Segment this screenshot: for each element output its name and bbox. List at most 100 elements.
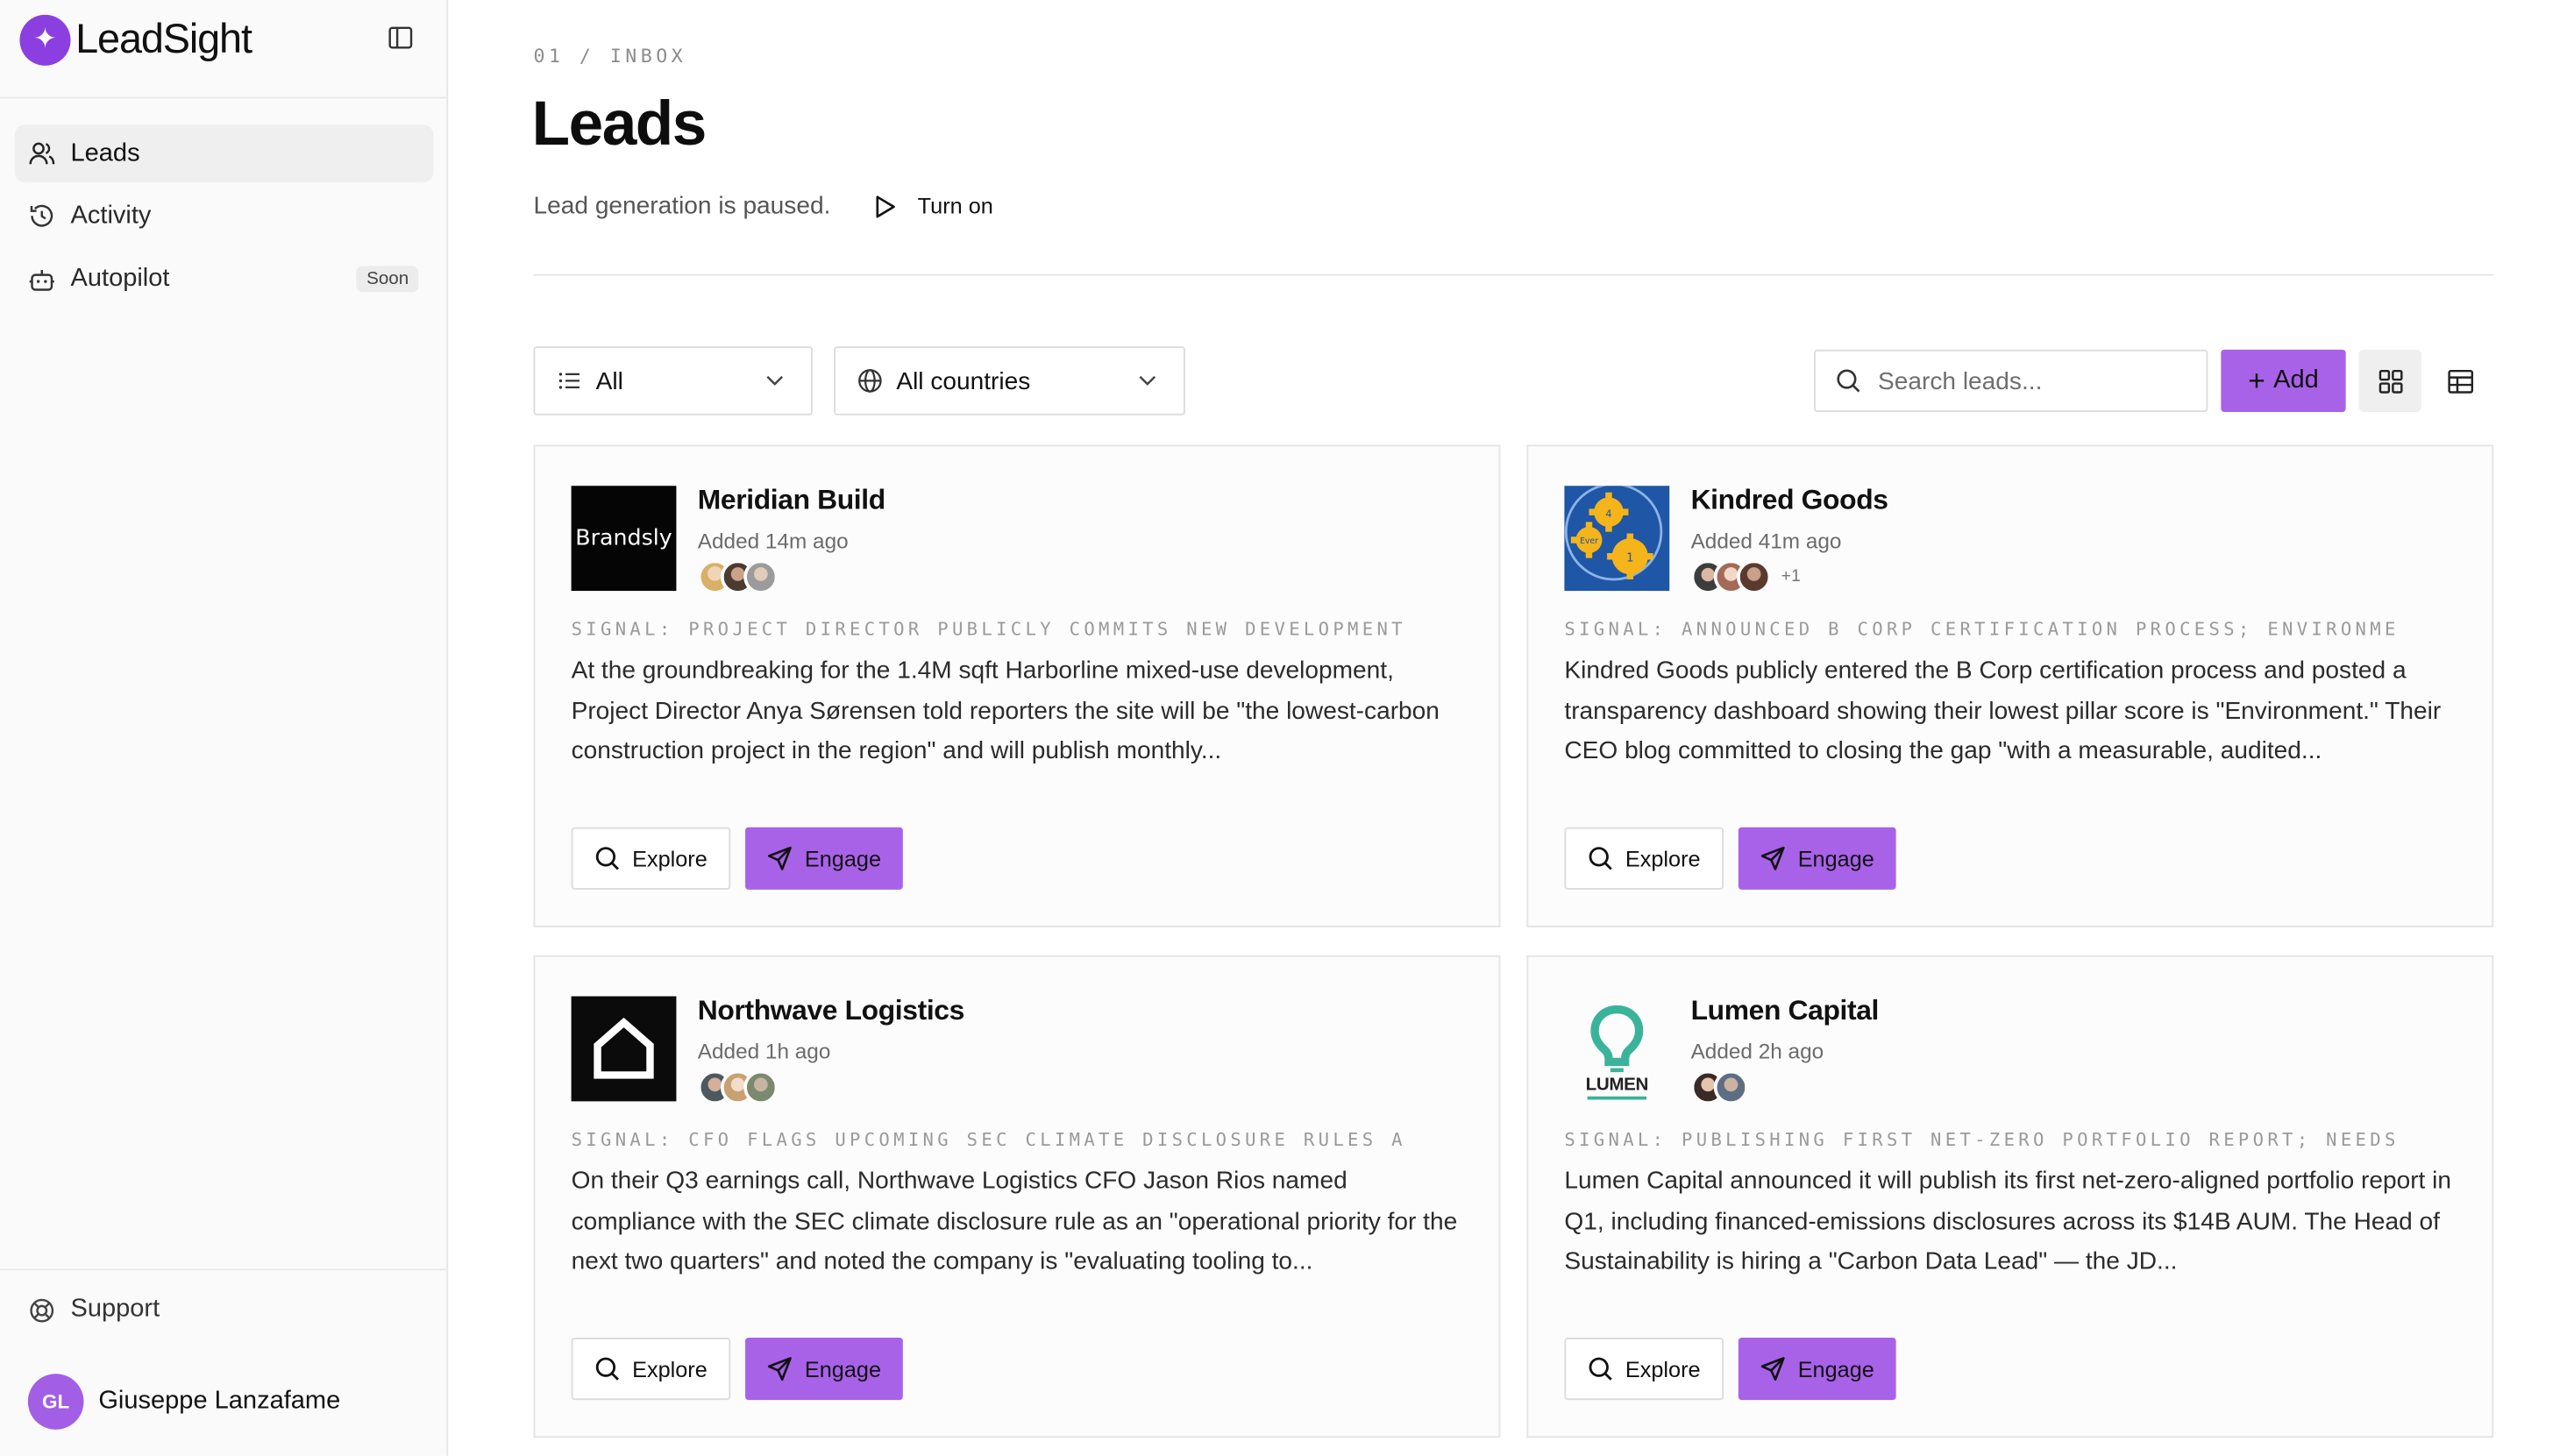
sidebar: ✦ LeadSight Leads Activity Autopilot Soo… [0, 0, 449, 1456]
user-menu[interactable]: GL Giuseppe Lanzafame [27, 1374, 341, 1430]
company-logo-text: LUMEN [1585, 1075, 1649, 1095]
divider [0, 96, 447, 99]
lead-description: Lumen Capital announced it will publish … [1564, 1167, 2452, 1275]
add-lead-button[interactable]: + Add [2221, 349, 2346, 412]
contacts-avatars: +1 [1690, 558, 1801, 594]
globe-icon [857, 367, 883, 394]
explore-label: Explore [632, 846, 707, 871]
more-contacts-count: +1 [1781, 565, 1801, 586]
lead-card[interactable]: Northwave Logistics Added 1h ago SIGNAL:… [533, 955, 1501, 1438]
search-icon [1835, 367, 1861, 394]
sidebar-item-label: Leads [70, 138, 140, 167]
added-time: Added 1h ago [697, 1039, 831, 1064]
search-input[interactable] [1878, 366, 2190, 395]
sidebar-item-leads[interactable]: Leads [14, 124, 434, 182]
lead-description: Kindred Goods publicly entered the B Cor… [1564, 656, 2442, 765]
explore-label: Explore [632, 1356, 707, 1381]
added-time: Added 14m ago [697, 528, 849, 553]
app-root: ✦ LeadSight Leads Activity Autopilot Soo… [0, 0, 2574, 1456]
brand-name: LeadSight [75, 15, 252, 62]
signal-text: SIGNAL: CFO FLAGS UPCOMING SEC CLIMATE D… [571, 1129, 1406, 1151]
contact-avatar [1736, 558, 1772, 593]
engage-label: Engage [804, 1356, 882, 1381]
company-logo: Brandsly [571, 486, 677, 592]
lifebuoy-icon [28, 1296, 56, 1324]
list-icon [557, 367, 583, 394]
turn-on-button[interactable]: Turn on [871, 193, 993, 219]
grid-icon [2378, 369, 2402, 393]
turn-on-label: Turn on [917, 193, 993, 219]
chevron-down-icon [1134, 367, 1161, 394]
grid-view-button[interactable] [2358, 349, 2421, 412]
status-text: Lead generation is paused. [533, 192, 831, 220]
status-filter-select[interactable]: All [533, 346, 813, 415]
signal-text: SIGNAL: PUBLISHING FIRST NET-ZERO PORTFO… [1564, 1129, 2400, 1151]
engage-button[interactable]: Engage [1738, 1338, 1896, 1401]
brand-logo[interactable]: ✦ LeadSight [19, 13, 252, 66]
explore-button[interactable]: Explore [1564, 827, 1724, 890]
search-box [1814, 349, 2208, 412]
company-name: Lumen Capital [1690, 994, 1880, 1026]
svg-text:1: 1 [1626, 551, 1633, 565]
sidebar-toggle-button[interactable] [384, 21, 416, 53]
signal-text: SIGNAL: ANNOUNCED B CORP CERTIFICATION P… [1564, 618, 2400, 641]
explore-label: Explore [1625, 1356, 1701, 1381]
search-icon [594, 845, 621, 871]
search-icon [1588, 1356, 1614, 1382]
company-logo: LUMEN [1564, 996, 1670, 1102]
house-logo-icon [594, 1017, 654, 1079]
main-content: 01 / INBOX Leads Lead generation is paus… [448, 0, 2574, 1456]
lead-card[interactable]: LUMEN Lumen Capital Added 2h ago SIGNAL:… [1526, 955, 2494, 1438]
sidebar-panel-icon [388, 26, 413, 49]
send-icon [767, 845, 793, 871]
explore-button[interactable]: Explore [571, 1338, 731, 1401]
svg-text:4: 4 [1605, 508, 1611, 520]
play-icon [871, 193, 898, 219]
search-icon [594, 1356, 621, 1382]
contacts-avatars [1690, 1069, 1749, 1104]
contact-avatar [743, 558, 779, 593]
send-icon [1760, 1356, 1787, 1382]
plus-icon: + [2248, 363, 2265, 397]
engage-label: Engage [804, 846, 882, 871]
breadcrumb: 01 / INBOX [533, 44, 687, 67]
lead-description: On their Q3 earnings call, Northwave Log… [571, 1167, 1458, 1275]
country-filter-select[interactable]: All countries [834, 346, 1185, 415]
contacts-avatars [697, 1069, 779, 1104]
added-time: Added 2h ago [1690, 1039, 1824, 1064]
soon-badge: Soon [356, 266, 419, 293]
user-name: Giuseppe Lanzafame [98, 1387, 341, 1416]
sparkle-icon: ✦ [19, 13, 71, 65]
contact-avatar [743, 1069, 779, 1104]
explore-button[interactable]: Explore [571, 827, 731, 890]
table-view-button[interactable] [2429, 350, 2492, 412]
engage-button[interactable]: Engage [745, 827, 903, 890]
gears-logo-icon: 4 Ever 1 [1564, 486, 1663, 581]
company-logo [571, 996, 677, 1102]
table-icon [2448, 369, 2474, 393]
lead-card[interactable]: 4 Ever 1 Kindred Goods Added 41m ago +1 … [1526, 444, 2494, 927]
engage-button[interactable]: Engage [745, 1338, 903, 1401]
sidebar-nav: Leads Activity Autopilot Soon [14, 124, 434, 314]
sidebar-item-label: Autopilot [70, 264, 170, 293]
divider [0, 1268, 447, 1271]
search-icon [1588, 845, 1614, 871]
lead-card[interactable]: Brandsly Meridian Build Added 14m ago SI… [533, 444, 1501, 927]
sidebar-item-activity[interactable]: Activity [15, 188, 433, 245]
contacts-avatars [697, 558, 779, 594]
explore-label: Explore [1625, 846, 1701, 871]
send-icon [767, 1356, 793, 1382]
engage-button[interactable]: Engage [1738, 827, 1896, 890]
lead-description: At the groundbreaking for the 1.4M sqft … [571, 656, 1440, 765]
divider [533, 273, 2494, 276]
company-logo-text: Brandsly [575, 525, 672, 552]
support-link[interactable]: Support [28, 1295, 160, 1325]
sidebar-item-autopilot[interactable]: Autopilot Soon [15, 251, 433, 309]
toolbar: All All countries Search leads... + Add [533, 346, 2494, 415]
company-name: Meridian Build [697, 484, 885, 515]
status-filter-value: All [595, 366, 623, 395]
explore-button[interactable]: Explore [1564, 1338, 1724, 1401]
engage-label: Engage [1797, 1356, 1874, 1381]
country-filter-value: All countries [896, 366, 1031, 395]
status-line: Lead generation is paused. Turn on [534, 192, 993, 220]
